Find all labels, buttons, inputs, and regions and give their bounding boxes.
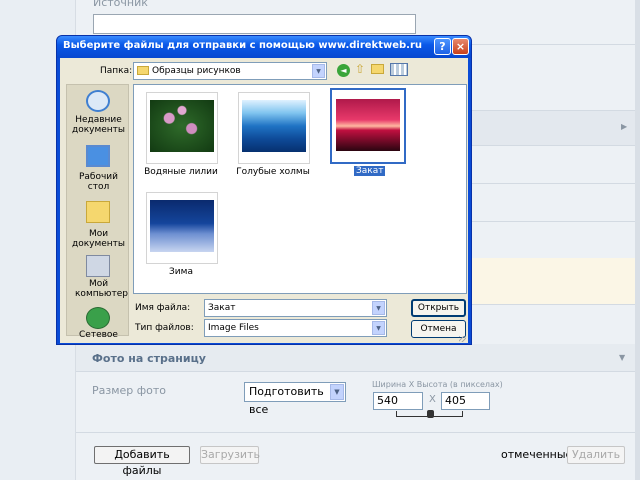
up-folder-icon[interactable]: ⇧ [355,62,367,76]
place-label: Рабочий стол [78,172,118,192]
folder-select[interactable]: Образцы рисунков ▼ [133,62,327,80]
computer-icon [86,255,110,277]
resize-grip-icon[interactable] [459,336,466,342]
folder-label: Папка: [100,66,133,76]
thumbnail [330,88,406,164]
place-label: Мои документы [71,229,126,249]
chevron-down-icon[interactable]: ▼ [619,353,625,362]
dialog-titlebar[interactable]: Выберите файлы для отправки с помощью ww… [57,36,471,58]
documents-folder-icon [86,201,110,223]
thumbnail [238,92,310,164]
photo-size-label: Размер фото [92,384,167,397]
file-name: Голубые холмы [236,167,310,177]
file-item[interactable]: Голубые холмы [226,85,316,185]
water-lilies-image [150,100,214,152]
view-menu-icon[interactable] [390,63,408,76]
dimensions-label: Ширина X Высота (в пикселах) [372,380,503,389]
filetype-value: Image Files [208,323,259,333]
file-open-dialog: Выберите файлы для отправки с помощью ww… [56,35,472,345]
marked-label: отмеченные: [501,448,577,461]
place-my-documents[interactable]: Мои документы [67,197,130,251]
page-scroll-edge [635,0,640,480]
file-list: Водяные лилии Голубые холмы Закат Зима [133,84,467,294]
place-label: Недавние документы [71,115,126,135]
folder-icon [137,66,149,75]
dropdown-arrow-icon[interactable]: ▼ [330,384,344,400]
filename-input[interactable]: Закат ▼ [204,299,387,317]
divider [76,432,635,433]
place-label: Мой компьютер [75,279,128,299]
file-item-selected[interactable]: Закат [318,85,418,185]
sunset-image [336,99,400,151]
lock-icon[interactable] [427,410,434,418]
places-bar: Недавние документы Рабочий стол Мои доку… [66,84,130,340]
add-files-button[interactable]: Добавить файлы [94,446,190,477]
source-input[interactable] [93,14,416,34]
place-network[interactable]: Сетевое [67,307,130,340]
winter-image [150,200,214,252]
place-label: Сетевое [79,330,118,340]
new-folder-icon[interactable] [371,64,384,74]
dropdown-arrow-icon[interactable]: ▼ [372,301,385,315]
dialog-body: Папка: Образцы рисунков ▼ ◄ ⇧ Недавние д… [60,58,468,343]
file-item[interactable]: Водяные лилии [134,85,224,185]
photo-section-title: Фото на страницу [92,352,206,365]
file-name: Зима [169,267,193,277]
thumbnail [146,92,218,164]
photo-size-select[interactable]: Подготовить все ▼ [244,382,346,416]
width-input[interactable]: 540 [373,392,423,410]
chevron-right-icon[interactable]: ▶ [621,122,627,131]
open-button[interactable]: Открыть [411,299,466,317]
network-globe-icon [86,307,110,329]
dialog-title: Выберите файлы для отправки с помощью ww… [63,40,423,51]
cancel-button[interactable]: Отмена [411,320,466,338]
times-sign: X [429,394,436,405]
place-desktop[interactable]: Рабочий стол [67,139,130,192]
place-my-computer[interactable]: Мой компьютер [67,251,130,305]
blue-hills-image [242,100,306,152]
file-name: Водяные лилии [144,167,218,177]
filetype-label: Тип файлов: [135,323,194,333]
desktop-icon [86,145,110,167]
folder-value: Образцы рисунков [152,66,241,76]
delete-button[interactable]: Удалить [567,446,625,464]
height-input[interactable]: 405 [441,392,490,410]
dropdown-arrow-icon[interactable]: ▼ [312,64,325,78]
dropdown-arrow-icon[interactable]: ▼ [372,321,385,335]
filename-label: Имя файла: [135,303,191,313]
filename-value: Закат [208,303,236,313]
back-icon[interactable]: ◄ [337,64,350,77]
filetype-select[interactable]: Image Files ▼ [204,319,387,337]
file-name: Закат [354,166,386,176]
clock-icon [86,90,110,112]
help-button[interactable]: ? [434,38,451,55]
source-label: Источник [93,0,148,9]
place-recent[interactable]: Недавние документы [67,87,130,137]
thumbnail [146,192,218,264]
file-item[interactable]: Зима [134,189,224,279]
close-button[interactable]: × [452,38,469,55]
upload-button[interactable]: Загрузить [200,446,260,464]
